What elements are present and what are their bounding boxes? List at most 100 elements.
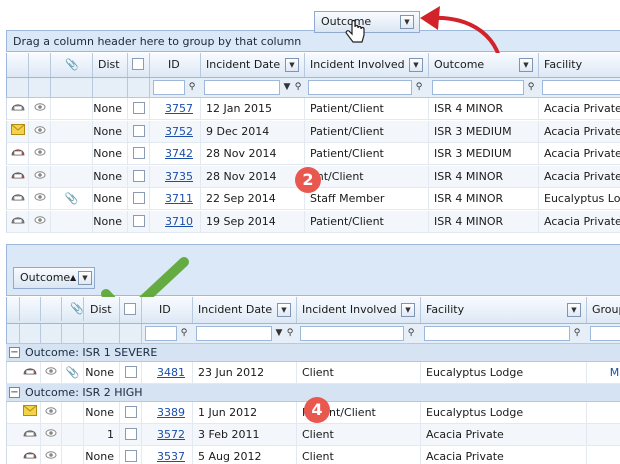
chevron-down-icon[interactable]: ▼ [519, 58, 533, 72]
header-outcome[interactable]: Outcome ▼ [429, 53, 539, 77]
row-checkbox[interactable] [124, 428, 137, 440]
group-cell[interactable] [587, 446, 620, 464]
row-checkbox[interactable] [124, 450, 137, 462]
incident-id-link[interactable]: 3735 [165, 170, 193, 183]
filter-icon[interactable]: ⚲ [571, 326, 583, 340]
attachment-cell[interactable] [51, 98, 93, 119]
table-row[interactable]: None 3757 12 Jan 2015 Patient/Client ISR 4 M… [6, 98, 620, 120]
facility-filter-input[interactable] [542, 80, 620, 95]
table-row[interactable]: None 3752 9 Dec 2014 Patient/Client ISR 3 ME… [6, 120, 620, 143]
id-cell[interactable]: 3710 [150, 210, 201, 232]
row-select-cell[interactable] [128, 165, 150, 187]
filter-icon[interactable]: ⚲ [413, 80, 425, 94]
row-checkbox[interactable] [132, 192, 145, 204]
incident-id-link[interactable]: 3711 [165, 192, 193, 205]
table-row[interactable]: None 3710 19 Sep 2014 Patient/Client ISR 4 M… [6, 210, 620, 233]
header-select-all[interactable] [128, 53, 150, 77]
filter-icon[interactable]: ⚲ [186, 80, 198, 94]
select-all-checkbox[interactable] [124, 303, 136, 315]
header-incident-involved[interactable]: Incident Involved ▼ [297, 297, 421, 323]
attachment-cell[interactable] [51, 210, 93, 232]
attachment-cell[interactable] [51, 120, 93, 142]
involved-filter-input[interactable] [308, 80, 412, 95]
facility-filter-input[interactable] [424, 326, 570, 341]
incident-id-link[interactable]: 3572 [157, 428, 185, 441]
id-cell[interactable]: 3389 [142, 402, 193, 423]
row-checkbox[interactable] [132, 124, 145, 137]
attachment-cell[interactable] [62, 424, 84, 445]
envelope-icon[interactable] [7, 120, 29, 142]
header-facility[interactable]: Facility [539, 53, 620, 77]
row-checkbox[interactable] [124, 406, 137, 418]
row-select-cell[interactable] [120, 402, 142, 423]
incident-status-icon[interactable] [7, 143, 29, 164]
id-cell[interactable]: 3757 [150, 98, 201, 119]
id-cell[interactable]: 3711 [150, 188, 201, 209]
id-cell[interactable]: 3572 [142, 424, 193, 445]
group-cell[interactable] [587, 402, 620, 423]
chevron-down-icon[interactable]: ▼ [277, 303, 291, 317]
view-eye-icon[interactable] [29, 98, 51, 119]
group-by-panel[interactable]: Outcome ▲ ▼ [6, 244, 620, 296]
row-select-cell[interactable] [128, 188, 150, 209]
row-checkbox[interactable] [132, 102, 145, 114]
header-group[interactable]: Group [587, 297, 620, 323]
header-select-all[interactable] [120, 297, 142, 323]
filter-icon[interactable]: ⚲ [178, 326, 190, 340]
id-cell[interactable]: 3742 [150, 143, 201, 164]
row-checkbox[interactable] [132, 147, 145, 159]
row-select-cell[interactable] [120, 362, 142, 383]
incident-status-icon[interactable] [7, 210, 29, 232]
view-eye-icon[interactable] [41, 446, 62, 464]
row-checkbox[interactable] [132, 169, 145, 182]
chevron-down-icon[interactable]: ▼ [567, 303, 581, 317]
id-filter-input[interactable] [145, 326, 177, 341]
group-header-row[interactable]: − Outcome: ISR 1 SEVERE [6, 344, 620, 362]
header-dist[interactable]: Dist [93, 53, 128, 77]
chevron-down-icon[interactable]: ▼ [409, 58, 423, 72]
incident-id-link[interactable]: 3481 [157, 366, 185, 379]
row-select-cell[interactable] [128, 143, 150, 164]
incident-id-link[interactable]: 3752 [165, 125, 193, 138]
incident-status-icon[interactable] [20, 424, 41, 445]
dragged-outcome-chip[interactable]: Outcome ▼ [314, 11, 420, 33]
table-row[interactable]: 1 3572 3 Feb 2011 Client Acacia Private [6, 424, 620, 446]
header-incident-date[interactable]: Incident Date ▼ [201, 53, 305, 77]
row-select-cell[interactable] [120, 424, 142, 445]
table-row[interactable]: 📎 None 3481 23 Jun 2012 Client Eucalyptus Lod… [6, 362, 620, 384]
incident-status-icon[interactable] [7, 98, 29, 119]
row-select-cell[interactable] [128, 120, 150, 142]
header-incident-date[interactable]: Incident Date ▼ [193, 297, 297, 323]
id-cell[interactable]: 3752 [150, 120, 201, 142]
chevron-down-icon[interactable]: ▼ [285, 58, 299, 72]
view-eye-icon[interactable] [41, 424, 62, 445]
row-checkbox[interactable] [132, 214, 145, 227]
collapse-group-icon[interactable]: − [9, 347, 20, 358]
filter-icon[interactable]: ⚲ [405, 326, 417, 340]
id-cell[interactable]: 3537 [142, 446, 193, 464]
involved-filter-input[interactable] [300, 326, 404, 341]
view-eye-icon[interactable] [41, 402, 62, 423]
view-eye-icon[interactable] [29, 210, 51, 232]
view-eye-icon[interactable] [29, 165, 51, 187]
attachment-cell[interactable] [62, 402, 84, 423]
table-row[interactable]: None 3742 28 Nov 2014 Patient/Client ISR 3 M… [6, 143, 620, 165]
row-select-cell[interactable] [128, 98, 150, 119]
group-filter-input[interactable] [590, 326, 620, 341]
attachment-cell[interactable] [51, 165, 93, 187]
header-id[interactable]: ID [150, 53, 201, 77]
chevron-down-icon[interactable]: ▼ [78, 271, 92, 285]
header-id[interactable]: ID [142, 297, 193, 323]
incident-status-icon[interactable] [20, 446, 41, 464]
select-all-checkbox[interactable] [132, 58, 144, 70]
header-dist[interactable]: Dist [84, 297, 120, 323]
row-select-cell[interactable] [128, 210, 150, 232]
incident-status-icon[interactable] [7, 165, 29, 187]
envelope-icon[interactable] [20, 402, 41, 423]
view-eye-icon[interactable] [29, 120, 51, 142]
filter-icon[interactable]: ⚲ [284, 326, 296, 340]
row-checkbox[interactable] [124, 366, 137, 378]
attachment-cell[interactable] [51, 143, 93, 164]
table-row[interactable]: None 3537 5 Aug 2012 Client Acacia Private [6, 446, 620, 464]
incident-id-link[interactable]: 3537 [157, 450, 185, 463]
